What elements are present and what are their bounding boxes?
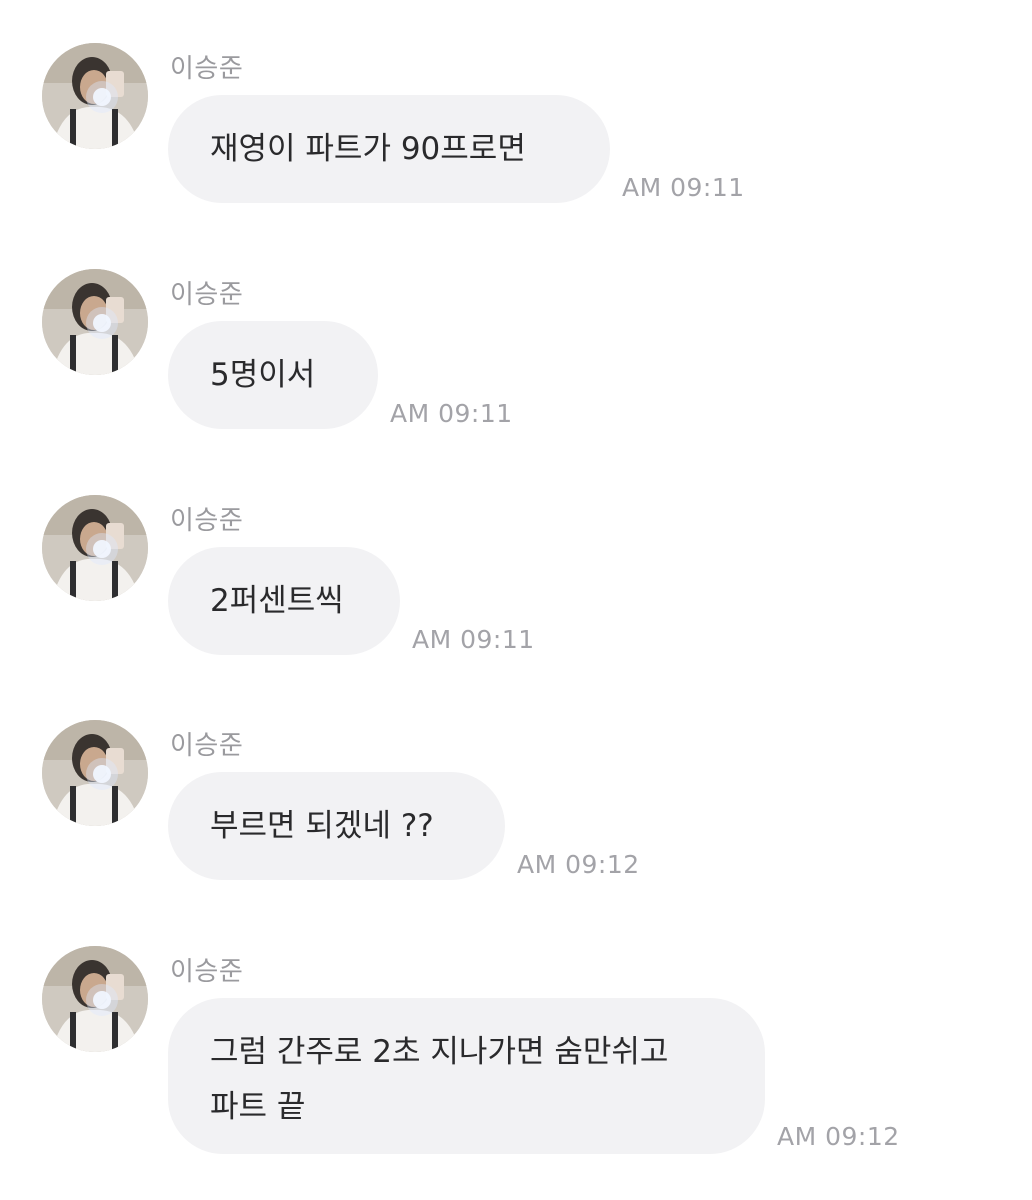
avatar-photo-icon (42, 269, 148, 375)
avatar-photo-icon (42, 43, 148, 149)
avatar-photo-icon (42, 720, 148, 826)
avatar[interactable] (42, 946, 148, 1052)
message-timestamp: AM 09:11 (390, 399, 513, 428)
message-timestamp: AM 09:12 (777, 1122, 900, 1151)
avatar[interactable] (42, 495, 148, 601)
sender-name: 이승준 (170, 280, 244, 310)
avatar-photo-icon (42, 946, 148, 1052)
sender-name: 이승준 (170, 731, 244, 761)
message-bubble[interactable]: 재영이 파트가 90프로면 (168, 95, 610, 203)
message-timestamp: AM 09:12 (517, 850, 640, 879)
message-timestamp: AM 09:11 (412, 625, 535, 654)
avatar[interactable] (42, 720, 148, 826)
avatar[interactable] (42, 269, 148, 375)
avatar-photo-icon (42, 495, 148, 601)
sender-name: 이승준 (170, 506, 244, 536)
message-bubble[interactable]: 5명이서 (168, 321, 378, 429)
message-bubble[interactable]: 그럼 간주로 2초 지나가면 숨만쉬고 파트 끝 (168, 998, 765, 1154)
sender-name: 이승준 (170, 54, 244, 84)
message-bubble[interactable]: 부르면 되겠네 ?? (168, 772, 505, 880)
message-bubble[interactable]: 2퍼센트씩 (168, 547, 400, 655)
sender-name: 이승준 (170, 957, 244, 987)
avatar[interactable] (42, 43, 148, 149)
message-timestamp: AM 09:11 (622, 173, 745, 202)
